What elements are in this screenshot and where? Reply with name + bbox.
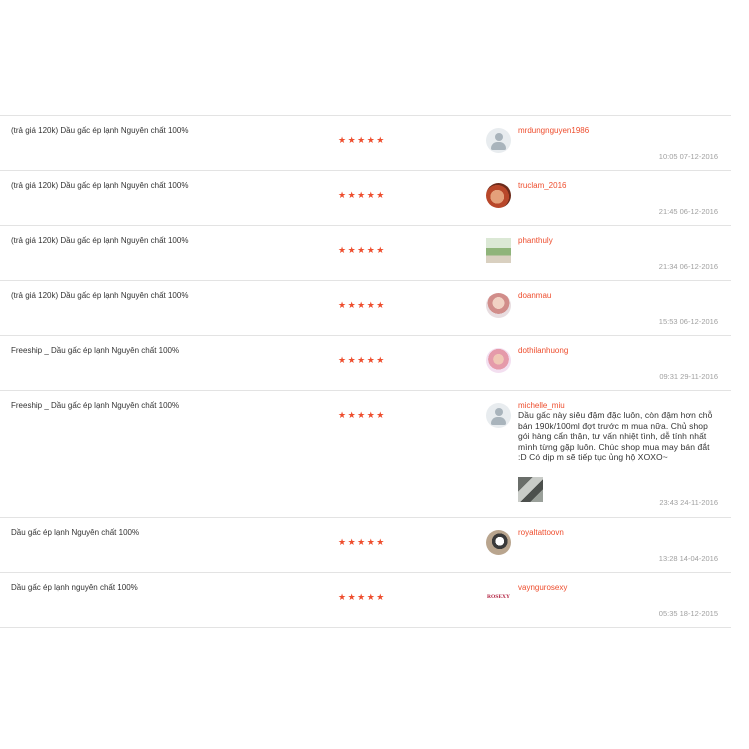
- reviewer-username[interactable]: royaltattoovn: [518, 528, 564, 537]
- review-row: Freeship _ Dầu gấc ép lạnh Nguyên chất 1…: [0, 336, 731, 391]
- product-name[interactable]: Dầu gấc ép lạnh nguyên chất 100%: [11, 583, 138, 592]
- product-name[interactable]: (trả giá 120k) Dầu gấc ép lạnh Nguyên ch…: [11, 181, 188, 190]
- reviewer-username[interactable]: vayngurosexy: [518, 583, 567, 592]
- review-timestamp: 10:05 07-12-2016: [658, 152, 718, 161]
- rating-stars: ★★★★★: [338, 190, 386, 200]
- rating-stars: ★★★★★: [338, 245, 386, 255]
- product-name[interactable]: (trả giá 120k) Dầu gấc ép lạnh Nguyên ch…: [11, 291, 188, 300]
- avatar[interactable]: ROSEXY: [486, 585, 511, 610]
- review-timestamp: 09:31 29-11-2016: [659, 372, 718, 381]
- rating-stars: ★★★★★: [338, 410, 386, 420]
- review-timestamp: 21:34 06-12-2016: [658, 262, 718, 271]
- reviewer-username[interactable]: michelle_miu: [518, 401, 565, 410]
- review-row: (trả giá 120k) Dầu gấc ép lạnh Nguyên ch…: [0, 171, 731, 226]
- rating-stars: ★★★★★: [338, 592, 386, 602]
- review-row: Dầu gấc ép lạnh nguyên chất 100% ★★★★★ R…: [0, 573, 731, 628]
- review-list: (trả giá 120k) Dầu gấc ép lạnh Nguyên ch…: [0, 115, 731, 628]
- reviewer-username[interactable]: dothilanhuong: [518, 346, 568, 355]
- reviewer-username[interactable]: phanthuly: [518, 236, 553, 245]
- product-name[interactable]: Dầu gấc ép lạnh Nguyên chất 100%: [11, 528, 139, 537]
- review-timestamp: 05:35 18-12-2015: [658, 609, 718, 618]
- review-row: Freeship _ Dầu gấc ép lạnh Nguyên chất 1…: [0, 391, 731, 518]
- review-timestamp: 13:28 14-04-2016: [658, 554, 718, 563]
- review-row: (trả giá 120k) Dầu gấc ép lạnh Nguyên ch…: [0, 226, 731, 281]
- rating-stars: ★★★★★: [338, 135, 386, 145]
- review-timestamp: 15:53 06-12-2016: [658, 317, 718, 326]
- avatar[interactable]: [486, 238, 511, 263]
- rating-stars: ★★★★★: [338, 537, 386, 547]
- reviewer-username[interactable]: truclam_2016: [518, 181, 566, 190]
- review-row: Dầu gấc ép lạnh Nguyên chất 100% ★★★★★ r…: [0, 518, 731, 573]
- avatar[interactable]: [486, 293, 511, 318]
- rating-stars: ★★★★★: [338, 300, 386, 310]
- reviewer-username[interactable]: doanmau: [518, 291, 551, 300]
- review-row: (trả giá 120k) Dầu gấc ép lạnh Nguyên ch…: [0, 116, 731, 171]
- review-comment: Dầu gấc này siêu đậm đặc luôn, còn đậm h…: [518, 410, 713, 462]
- product-name[interactable]: (trả giá 120k) Dầu gấc ép lạnh Nguyên ch…: [11, 236, 188, 245]
- reviewer-username[interactable]: mrdungnguyen1986: [518, 126, 589, 135]
- default-avatar-icon[interactable]: [486, 403, 511, 428]
- product-name[interactable]: Freeship _ Dầu gấc ép lạnh Nguyên chất 1…: [11, 401, 179, 410]
- brand-logo: ROSEXY: [487, 594, 510, 600]
- rating-stars: ★★★★★: [338, 355, 386, 365]
- product-name[interactable]: (trả giá 120k) Dầu gấc ép lạnh Nguyên ch…: [11, 126, 188, 135]
- avatar[interactable]: [486, 530, 511, 555]
- product-name[interactable]: Freeship _ Dầu gấc ép lạnh Nguyên chất 1…: [11, 346, 179, 355]
- default-avatar-icon[interactable]: [486, 128, 511, 153]
- avatar[interactable]: [486, 183, 511, 208]
- avatar[interactable]: [486, 348, 511, 373]
- review-timestamp: 21:45 06-12-2016: [658, 207, 718, 216]
- review-timestamp: 23:43 24-11-2016: [659, 498, 718, 507]
- review-row: (trả giá 120k) Dầu gấc ép lạnh Nguyên ch…: [0, 281, 731, 336]
- review-photo-thumbnail[interactable]: [518, 477, 543, 502]
